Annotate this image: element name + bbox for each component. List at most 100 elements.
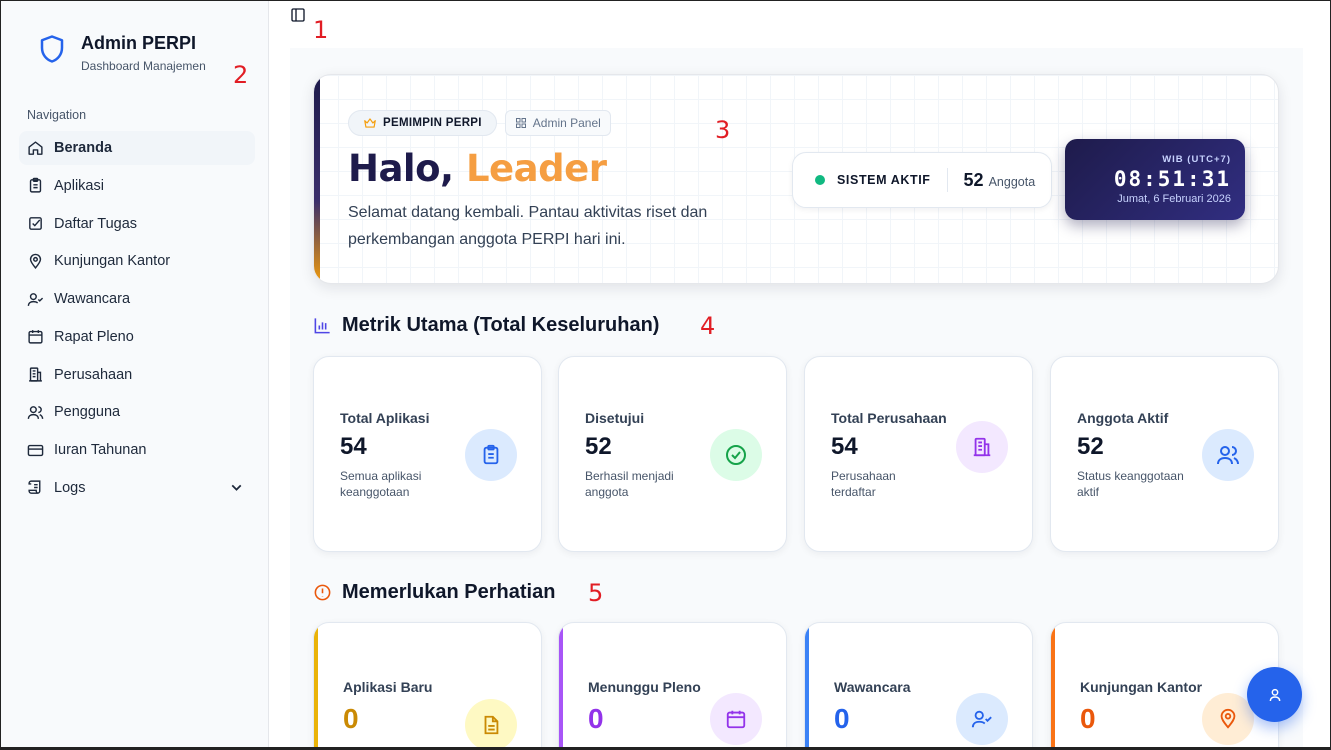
sidebar-item-beranda[interactable]: Beranda — [19, 131, 255, 165]
shield-icon — [40, 35, 64, 63]
checkbox-icon — [29, 217, 42, 230]
map-pin-icon — [1202, 693, 1254, 745]
sidebar-item-iuran-tahunan[interactable]: Iuran Tahunan — [19, 433, 255, 467]
welcome-description: Selamat datang kembali. Pantau aktivitas… — [348, 204, 708, 248]
sidebar-item-label: Perusahaan — [54, 366, 133, 383]
status-dot — [815, 175, 825, 185]
metric-label: Anggota Aktif — [1077, 410, 1169, 426]
attention-card-aplikasi-baru[interactable]: Aplikasi Baru 0 — [313, 622, 542, 747]
annotation-label: 4 — [700, 312, 716, 340]
attention-label: Wawancara — [834, 679, 911, 695]
annotation-label: 5 — [588, 579, 604, 607]
clock-timezone: WIB (UTC+7) — [1162, 154, 1231, 165]
calendar-icon — [710, 693, 762, 745]
member-label: Anggota — [988, 174, 1036, 189]
greeting-text: Halo, — [348, 147, 454, 190]
chevron-down-icon[interactable] — [228, 479, 245, 496]
user-check-icon — [956, 693, 1008, 745]
building-icon — [956, 421, 1008, 473]
metric-note: Semua aplikasi keanggotaan — [340, 469, 422, 499]
sidebar-item-label: Aplikasi — [54, 177, 104, 194]
status-text: SISTEM AKTIF — [837, 173, 931, 187]
metrics-section-title: Metrik Utama (Total Keseluruhan) — [313, 314, 659, 337]
users-icon — [1202, 429, 1254, 481]
sidebar-item-kunjungan-kantor[interactable]: Kunjungan Kantor — [19, 244, 255, 278]
admin-panel-badge: Admin Panel — [504, 110, 611, 136]
home-icon — [28, 140, 43, 155]
clock-date: Jumat, 6 Februari 2026 — [1117, 193, 1231, 205]
crown-icon — [364, 118, 376, 128]
nav-heading: Navigation — [27, 108, 87, 122]
metric-label: Total Aplikasi — [340, 410, 430, 426]
sidebar-item-daftar-tugas[interactable]: Daftar Tugas — [19, 207, 255, 241]
sidebar-item-perusahaan[interactable]: Perusahaan — [19, 358, 255, 392]
sidebar-item-label: Beranda — [54, 140, 113, 156]
annotation-label: 1 — [313, 16, 329, 44]
sidebar-item-label: Wawancara — [54, 291, 131, 307]
brand-title: Admin PERPI — [81, 33, 197, 53]
clipboard-list-icon — [465, 429, 517, 481]
grid-icon — [515, 118, 526, 128]
card-accent-edge — [1051, 623, 1055, 747]
alert-circle-icon — [314, 584, 331, 601]
sidebar-item-aplikasi[interactable]: Aplikasi — [19, 169, 255, 203]
metric-note: Status keanggotaan aktif — [1077, 469, 1184, 499]
member-count: 52 — [963, 169, 984, 190]
system-status: SISTEM AKTIF 52 Anggota — [792, 152, 1052, 208]
banner-accent-bar — [314, 75, 320, 283]
metric-card-anggota-aktif[interactable]: Anggota Aktif 52 Status keanggotaan akti… — [1050, 356, 1279, 552]
main-content: 1 PEMIMPIN PERPI Admin Panel Halo, Leade… — [270, 1, 1330, 747]
attention-section-title: Memerlukan Perhatian — [313, 581, 555, 604]
metric-label: Disetujui — [585, 410, 645, 426]
clock-widget: WIB (UTC+7) 08:51:31 Jumat, 6 Februari 2… — [1065, 139, 1245, 220]
building-icon — [29, 367, 42, 382]
metric-value: 54 — [340, 433, 367, 460]
clipboard-icon — [29, 177, 42, 193]
metric-card-total-aplikasi[interactable]: Total Aplikasi 54 Semua aplikasi keanggo… — [313, 356, 542, 552]
map-pin-icon — [29, 253, 42, 269]
users-icon — [27, 405, 44, 419]
attention-card-menunggu-pleno[interactable]: Menunggu Pleno 0 — [558, 622, 787, 747]
attention-value: 0 — [834, 703, 850, 734]
metric-note: Perusahaan terdaftar — [831, 469, 896, 499]
attention-value: 0 — [588, 703, 604, 734]
user-icon — [1269, 688, 1280, 701]
sidebar-toggle-icon[interactable] — [290, 7, 306, 23]
metric-label: Total Perusahaan — [831, 410, 947, 426]
calendar-icon — [28, 330, 43, 344]
attention-card-kunjungan-kantor[interactable]: Kunjungan Kantor 0 — [1050, 622, 1279, 747]
sidebar-item-label: Rapat Pleno — [54, 328, 134, 345]
card-accent-edge — [559, 623, 563, 747]
sidebar-item-wawancara[interactable]: Wawancara — [19, 282, 255, 316]
metric-value: 52 — [585, 433, 612, 460]
user-support-button[interactable] — [1247, 667, 1302, 722]
sidebar-item-logs[interactable]: Logs — [19, 471, 255, 505]
metric-value: 52 — [1077, 433, 1104, 460]
metric-card-disetujui[interactable]: Disetujui 52 Berhasil menjadi anggota — [558, 356, 787, 552]
clock-time: 08:51:31 — [1113, 167, 1231, 191]
greeting-title: Halo, Leader — [348, 147, 607, 190]
annotation-label: 2 — [233, 61, 249, 89]
admin-panel-label: Admin Panel — [532, 116, 601, 130]
sidebar-item-label: Logs — [54, 479, 86, 496]
user-name: Leader — [465, 147, 607, 190]
attention-card-wawancara[interactable]: Wawancara 0 — [804, 622, 1033, 747]
metric-card-total-perusahaan[interactable]: Total Perusahaan 54 Perusahaan terdaftar — [804, 356, 1033, 552]
sidebar-item-label: Iuran Tahunan — [54, 442, 147, 458]
sidebar-item-pengguna[interactable]: Pengguna — [19, 395, 255, 429]
sidebar-item-label: Daftar Tugas — [54, 215, 138, 232]
attention-label: Kunjungan Kantor — [1080, 679, 1203, 695]
credit-card-icon — [27, 444, 44, 456]
card-accent-edge — [314, 623, 318, 747]
brand[interactable]: Admin PERPI Dashboard Manajemen — [37, 33, 206, 73]
card-accent-edge — [805, 623, 809, 747]
attention-label: Menunggu Pleno — [588, 679, 701, 695]
leader-badge-label: PEMIMPIN PERPI — [383, 117, 482, 129]
leader-badge: PEMIMPIN PERPI — [348, 110, 497, 136]
metric-note: Berhasil menjadi anggota — [585, 469, 674, 499]
sidebar-item-rapat-pleno[interactable]: Rapat Pleno — [19, 320, 255, 354]
attention-value: 0 — [343, 703, 359, 734]
attention-title: Memerlukan Perhatian — [342, 581, 556, 603]
file-text-icon — [465, 699, 517, 747]
sidebar-item-label: Kunjungan Kantor — [54, 253, 171, 270]
